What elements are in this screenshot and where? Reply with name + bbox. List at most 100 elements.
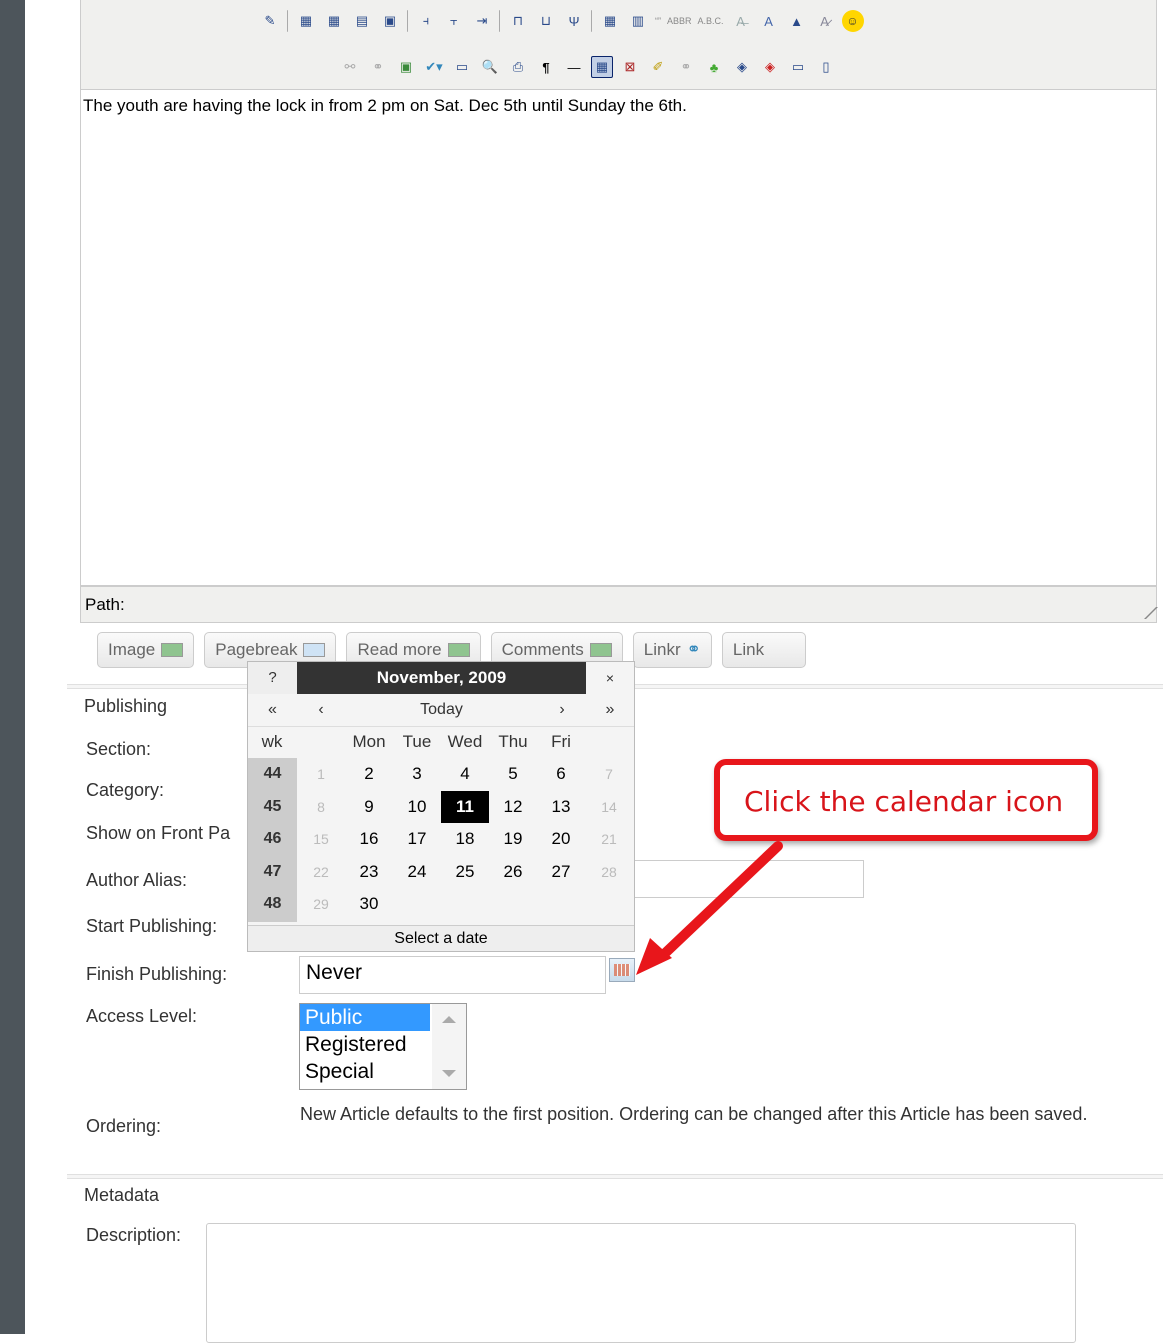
calendar-day[interactable]: 29 [297, 888, 345, 920]
calendar-help-button[interactable]: ? [248, 662, 297, 694]
calendar-icon[interactable] [609, 958, 635, 982]
calendar-day[interactable]: 25 [441, 856, 489, 888]
hr-icon[interactable]: — [563, 56, 585, 78]
access-option-special[interactable]: Special [300, 1058, 430, 1085]
strikethrough-icon[interactable]: A̶ [730, 10, 752, 32]
toolbar-row-1: ✎ ▦ ▦ ▤ ▣ ⫞ ⫟ ⇥ ⊓ ⊔ Ψ ▦ ▥ “” ABBR A.B.C.… [259, 4, 864, 38]
scroll-up-icon[interactable] [442, 1016, 456, 1023]
html-icon[interactable]: ◈ [759, 56, 781, 78]
calendar-day[interactable]: 24 [393, 856, 441, 888]
scroll-down-icon[interactable] [442, 1070, 456, 1077]
anchor-icon[interactable]: ⚭ [675, 56, 697, 78]
calendar-day[interactable]: 15 [297, 823, 345, 855]
table-icon[interactable]: ▦ [599, 10, 621, 32]
calendar-day[interactable]: 2 [345, 758, 393, 790]
calendar-day[interactable]: 1 [297, 758, 345, 790]
template-icon[interactable]: ⊠ [619, 56, 641, 78]
table-split-icon[interactable]: Ψ [563, 10, 585, 32]
pilcrow-icon[interactable]: ¶ [535, 56, 557, 78]
cite-icon[interactable]: “” [655, 10, 661, 32]
next-year-button[interactable]: » [586, 697, 634, 723]
calendar-day[interactable]: 26 [489, 856, 537, 888]
calendar-day[interactable]: 23 [345, 856, 393, 888]
unlink-icon[interactable]: ⚯ [339, 56, 361, 78]
calendar-day[interactable]: 18 [441, 823, 489, 855]
visual-aid-icon[interactable]: ▦ [591, 56, 613, 78]
style-icon[interactable]: A̷ [814, 10, 836, 32]
editor-path-bar: Path: [80, 586, 1158, 623]
underline-color-icon[interactable]: A [758, 10, 780, 32]
calendar-day[interactable]: 17 [393, 823, 441, 855]
calendar-day[interactable]: 28 [585, 856, 633, 888]
calendar-day[interactable]: 16 [345, 823, 393, 855]
calendar-day[interactable]: 10 [393, 791, 441, 823]
start-publishing-label: Start Publishing: [86, 916, 218, 936]
today-button[interactable]: Today [345, 697, 538, 723]
toolbar-separator [287, 10, 289, 32]
link-icon[interactable]: ⚭ [367, 56, 389, 78]
calendar-day[interactable]: 20 [537, 823, 585, 855]
fullscreen-icon[interactable]: ▯ [815, 56, 837, 78]
linkr-button[interactable]: Linkr ⚭ [632, 632, 712, 668]
next-month-button[interactable]: › [538, 697, 586, 723]
attributes-icon[interactable]: ▲ [786, 10, 808, 32]
cleanup-icon[interactable]: ✐ [647, 56, 669, 78]
calendar-close-button[interactable]: × [586, 662, 634, 694]
access-option-registered[interactable]: Registered [300, 1031, 430, 1058]
prev-month-button[interactable]: ‹ [297, 697, 345, 723]
image-icon[interactable]: ▣ [395, 56, 417, 78]
smiley-icon[interactable]: ☺ [841, 10, 864, 32]
layer-icon[interactable]: ▭ [787, 56, 809, 78]
spellcheck-icon[interactable]: ✔▾ [423, 56, 445, 78]
preview-icon[interactable]: 🔍 [479, 56, 501, 78]
calendar-day[interactable]: 9 [345, 791, 393, 823]
split-cell-icon[interactable]: ⊓ [507, 10, 529, 32]
col-after-icon[interactable]: ⫟ [443, 10, 465, 32]
access-level-select[interactable]: Public Registered Special [299, 1003, 467, 1090]
image-button[interactable]: Image [97, 632, 195, 668]
acronym-icon[interactable]: A.B.C. [698, 10, 724, 32]
calendar-day[interactable]: 7 [585, 758, 633, 790]
abbr-icon[interactable]: ABBR [667, 10, 692, 32]
annotation-callout: Click the calendar icon [714, 759, 1098, 841]
access-level-label: Access Level: [86, 1006, 198, 1026]
table-props-icon[interactable]: ▣ [379, 10, 401, 32]
media-icon[interactable]: ▭ [451, 56, 473, 78]
resize-grip-icon[interactable] [1134, 607, 1158, 619]
insert-row-after-icon[interactable]: ▦ [323, 10, 345, 32]
merge-cell-icon[interactable]: ⊔ [535, 10, 557, 32]
calendar-day[interactable]: 5 [489, 758, 537, 790]
calendar-day[interactable]: 6 [537, 758, 585, 790]
finish-publishing-input[interactable]: Never [299, 956, 606, 994]
table-row-icon[interactable]: ▥ [627, 10, 649, 32]
description-textarea[interactable] [206, 1223, 1076, 1343]
calendar-day[interactable]: 4 [441, 758, 489, 790]
link-button[interactable]: Link [721, 632, 806, 668]
calendar-day[interactable]: 21 [585, 823, 633, 855]
calendar-day[interactable]: 27 [537, 856, 585, 888]
editor-content-area[interactable]: The youth are having the lock in from 2 … [80, 90, 1157, 586]
calendar-day[interactable]: 3 [393, 758, 441, 790]
author-alias-input[interactable] [598, 860, 864, 898]
calendar-day[interactable]: 13 [537, 791, 585, 823]
calendar-day[interactable]: 22 [297, 856, 345, 888]
calendar-day[interactable]: 12 [489, 791, 537, 823]
prev-year-button[interactable]: « [248, 697, 297, 723]
delete-row-icon[interactable]: ▤ [351, 10, 373, 32]
tree-icon[interactable]: ♣ [703, 56, 725, 78]
ordering-label: Ordering: [86, 1116, 162, 1136]
calendar-day[interactable]: 8 [297, 791, 345, 823]
access-option-public[interactable]: Public [300, 1004, 430, 1031]
print-icon[interactable]: ⎙ [507, 56, 529, 78]
calendar-day[interactable]: 30 [345, 888, 393, 920]
calendar-day[interactable]: 14 [585, 791, 633, 823]
insert-row-before-icon[interactable]: ▦ [295, 10, 317, 32]
delete-col-icon[interactable]: ⇥ [471, 10, 493, 32]
edit-icon[interactable]: ✎ [259, 10, 281, 32]
col-before-icon[interactable]: ⫞ [415, 10, 437, 32]
editor-content-text[interactable]: The youth are having the lock in from 2 … [83, 96, 687, 116]
calendar-day-selected[interactable]: 11 [441, 790, 489, 823]
listbox-scrollbar[interactable] [432, 1004, 466, 1089]
code-icon[interactable]: ◈ [731, 56, 753, 78]
calendar-day[interactable]: 19 [489, 823, 537, 855]
